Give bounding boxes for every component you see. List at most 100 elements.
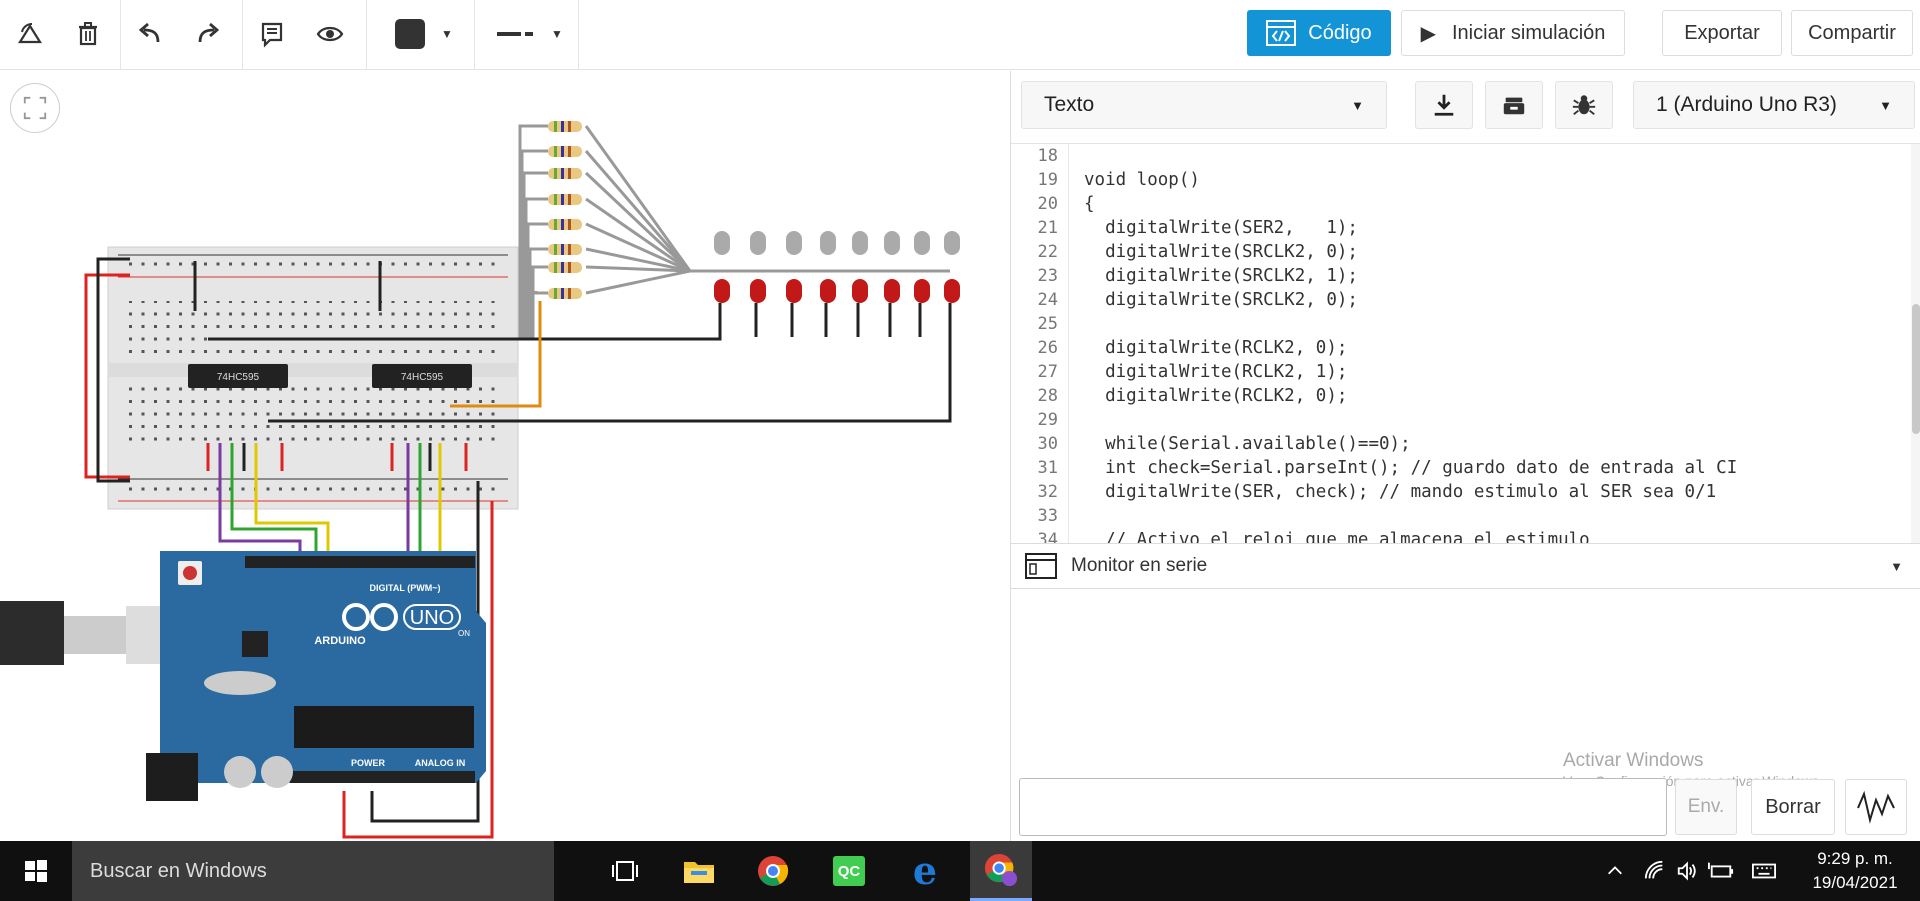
wifi-icon[interactable]: [1640, 841, 1670, 901]
svg-text:74HC595: 74HC595: [401, 372, 444, 383]
serial-output: [1011, 589, 1920, 777]
start-simulation-button[interactable]: ▶ Iniciar simulación: [1401, 10, 1625, 56]
chrome-profile-icon[interactable]: [970, 841, 1032, 901]
start-button[interactable]: [0, 841, 72, 901]
code-mode-value: Texto: [1044, 93, 1095, 116]
code-line: digitalWrite(RCLK2, 0);: [1084, 338, 1348, 358]
svg-text:ANALOG IN: ANALOG IN: [415, 758, 466, 768]
line-number: 20: [1037, 194, 1058, 214]
export-button[interactable]: Exportar: [1662, 10, 1782, 56]
svg-text:74HC595: 74HC595: [217, 372, 260, 383]
code-line: digitalWrite(SRCLK2, 0);: [1084, 242, 1358, 262]
file-explorer-icon[interactable]: [668, 841, 730, 901]
rotate-icon[interactable]: [8, 12, 52, 56]
battery-icon[interactable]: [1704, 841, 1738, 901]
chevron-down-icon: ▼: [1351, 97, 1364, 113]
line-number: 28: [1037, 386, 1058, 406]
activation-watermark-title: Activar Windows: [1563, 750, 1704, 771]
board-select-value: 1 (Arduino Uno R3): [1656, 93, 1837, 116]
undo-icon[interactable]: [128, 12, 172, 56]
line-number: 26: [1037, 338, 1058, 358]
line-number: 34: [1037, 530, 1058, 543]
line-number: 27: [1037, 362, 1058, 382]
circuit-drawing: 74HC595 74HC595 UNO ARDUINO DIGITAL (PWM…: [0, 121, 960, 839]
library-box-icon: [1503, 97, 1525, 115]
chevron-down-icon[interactable]: ▼: [1890, 559, 1903, 574]
code-panel: Texto ▼ 1 (Arduino Uno R3) ▼ 18 19 20 21…: [1010, 71, 1920, 841]
code-line: while(Serial.available()==0);: [1084, 434, 1411, 454]
play-icon: ▶: [1420, 22, 1436, 45]
resistor-bodies: [548, 121, 582, 299]
line-number: 19: [1037, 170, 1058, 190]
code-line: digitalWrite(RCLK2, 1);: [1084, 362, 1348, 382]
taskbar-search-placeholder: Buscar en Windows: [90, 859, 267, 882]
arduino-uno: UNO ARDUINO DIGITAL (PWM~) POWER ANALOG …: [146, 551, 486, 801]
windows-logo-icon: [25, 860, 47, 882]
leds-off: [714, 231, 960, 255]
serial-monitor-header[interactable]: Monitor en serie ▼: [1011, 543, 1920, 589]
volume-icon[interactable]: [1672, 841, 1702, 901]
code-button[interactable]: Código: [1247, 10, 1391, 56]
chrome-icon[interactable]: [742, 841, 804, 901]
visibility-icon[interactable]: [308, 12, 352, 56]
task-view-icon[interactable]: [594, 841, 656, 901]
line-number: 29: [1037, 410, 1058, 430]
download-code-button[interactable]: [1415, 81, 1473, 129]
chevron-down-icon: ▼: [441, 27, 453, 41]
code-editor[interactable]: 18 19 20 21 22 23 24 25 26 27 28 29 30 3…: [1011, 143, 1920, 543]
serial-input[interactable]: [1019, 778, 1667, 836]
line-number-gutter: 18 19 20 21 22 23 24 25 26 27 28 29 30 3…: [1011, 144, 1069, 543]
code-line: digitalWrite(RCLK2, 0);: [1084, 386, 1348, 406]
shift-register-2: 74HC595: [372, 364, 472, 388]
send-button[interactable]: Env.: [1675, 779, 1737, 835]
clear-button[interactable]: Borrar: [1751, 779, 1835, 835]
download-icon: [1434, 94, 1454, 116]
leds-on: [714, 279, 960, 303]
color-picker[interactable]: ▼: [384, 12, 464, 56]
note-icon[interactable]: [250, 12, 294, 56]
line-number: 18: [1037, 146, 1058, 166]
code-line: int check=Serial.parseInt(); // guardo d…: [1084, 458, 1738, 478]
code-text-area[interactable]: void loop() { digitalWrite(SER2, 1); dig…: [1084, 144, 1904, 543]
circuit-canvas[interactable]: 74HC595 74HC595 UNO ARDUINO DIGITAL (PWM…: [0, 71, 1010, 841]
svg-text:ON: ON: [458, 629, 470, 638]
libraries-button[interactable]: [1485, 81, 1543, 129]
chevron-down-icon: ▼: [551, 27, 563, 41]
line-number: 23: [1037, 266, 1058, 286]
line-number: 32: [1037, 482, 1058, 502]
editor-scrollbar[interactable]: [1911, 144, 1920, 543]
start-simulation-label: Iniciar simulación: [1452, 21, 1606, 44]
code-line: digitalWrite(SRCLK2, 0);: [1084, 290, 1358, 310]
line-number: 33: [1037, 506, 1058, 526]
keyboard-icon[interactable]: [1746, 841, 1782, 901]
code-line: digitalWrite(SRCLK2, 1);: [1084, 266, 1358, 286]
code-mode-select[interactable]: Texto ▼: [1021, 81, 1387, 129]
serial-monitor-title: Monitor en serie: [1071, 555, 1208, 576]
qt-creator-icon[interactable]: QC: [818, 841, 880, 901]
taskbar-search[interactable]: Buscar en Windows: [72, 841, 554, 901]
edge-icon[interactable]: e: [894, 841, 956, 901]
delete-icon[interactable]: [66, 12, 110, 56]
taskbar-clock[interactable]: 9:29 p. m. 19/04/2021: [1800, 847, 1910, 895]
clock-time: 9:29 p. m.: [1817, 849, 1893, 868]
chevron-up-icon[interactable]: [1600, 841, 1630, 901]
line-style-icon: [497, 32, 534, 36]
clock-date: 19/04/2021: [1812, 873, 1898, 892]
editor-scrollbar-thumb[interactable]: [1912, 304, 1920, 434]
line-number: 30: [1037, 434, 1058, 454]
windows-taskbar: Buscar en Windows QC e 9:29 p. m. 19/04/…: [0, 841, 1920, 901]
qt-logo: QC: [833, 856, 865, 886]
debugger-button[interactable]: [1555, 81, 1613, 129]
graph-icon: [1857, 790, 1895, 824]
redo-icon[interactable]: [186, 12, 230, 56]
svg-text:DIGITAL (PWM~): DIGITAL (PWM~): [370, 583, 441, 593]
line-number: 21: [1037, 218, 1058, 238]
line-style-picker[interactable]: ▼: [486, 12, 572, 56]
code-line: digitalWrite(SER, check); // mando estim…: [1084, 482, 1717, 502]
share-button[interactable]: Compartir: [1791, 10, 1913, 56]
graph-button[interactable]: [1845, 779, 1907, 835]
line-number: 22: [1037, 242, 1058, 262]
board-select[interactable]: 1 (Arduino Uno R3) ▼: [1633, 81, 1915, 129]
code-icon: [1266, 20, 1297, 46]
code-line: digitalWrite(SER2, 1);: [1084, 218, 1358, 238]
